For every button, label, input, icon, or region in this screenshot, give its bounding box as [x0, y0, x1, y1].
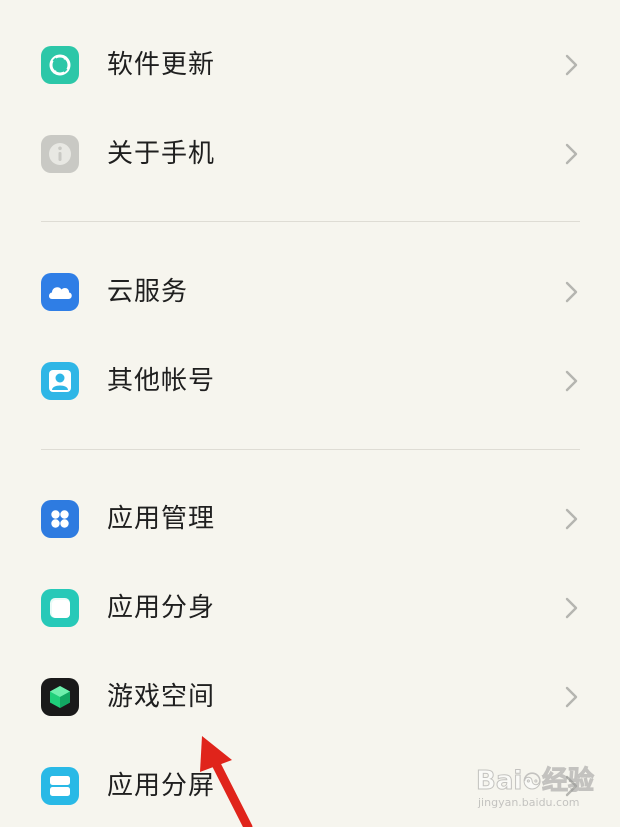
chevron-right-icon — [562, 597, 582, 619]
info-icon — [41, 135, 79, 173]
settings-item-split-screen[interactable]: 应用分屏 — [0, 743, 620, 827]
app-management-icon — [41, 500, 79, 538]
chevron-right-icon — [562, 370, 582, 392]
software-update-icon — [41, 46, 79, 84]
settings-item-game-space[interactable]: 游戏空间 — [0, 654, 620, 738]
settings-item-label: 关于手机 — [107, 139, 216, 169]
settings-item-software-update[interactable]: 软件更新 — [0, 22, 620, 106]
settings-item-label: 游戏空间 — [107, 682, 216, 712]
settings-item-label: 其他帐号 — [107, 366, 216, 396]
chevron-right-icon — [562, 54, 582, 76]
settings-item-app-clone[interactable]: 应用分身 — [0, 565, 620, 649]
game-space-icon — [41, 678, 79, 716]
section-divider — [41, 449, 580, 450]
chevron-right-icon — [562, 508, 582, 530]
settings-item-label: 云服务 — [107, 277, 189, 307]
chevron-right-icon — [562, 143, 582, 165]
settings-list: 软件更新 关于手机 云服务 其他帐号 应用管理 应用分身 游戏空间 应用分屏 — [0, 0, 620, 827]
section-divider — [41, 221, 580, 222]
settings-item-about-phone[interactable]: 关于手机 — [0, 111, 620, 195]
settings-item-label: 软件更新 — [107, 50, 216, 80]
chevron-right-icon — [562, 686, 582, 708]
settings-item-app-management[interactable]: 应用管理 — [0, 476, 620, 560]
split-screen-icon — [41, 767, 79, 805]
chevron-right-icon — [562, 775, 582, 797]
cloud-icon — [41, 273, 79, 311]
settings-item-label: 应用分屏 — [107, 771, 216, 801]
settings-item-other-accounts[interactable]: 其他帐号 — [0, 338, 620, 422]
chevron-right-icon — [562, 281, 582, 303]
settings-item-cloud-service[interactable]: 云服务 — [0, 249, 620, 333]
settings-item-label: 应用分身 — [107, 593, 216, 623]
account-icon — [41, 362, 79, 400]
settings-item-label: 应用管理 — [107, 504, 216, 534]
app-clone-icon — [41, 589, 79, 627]
